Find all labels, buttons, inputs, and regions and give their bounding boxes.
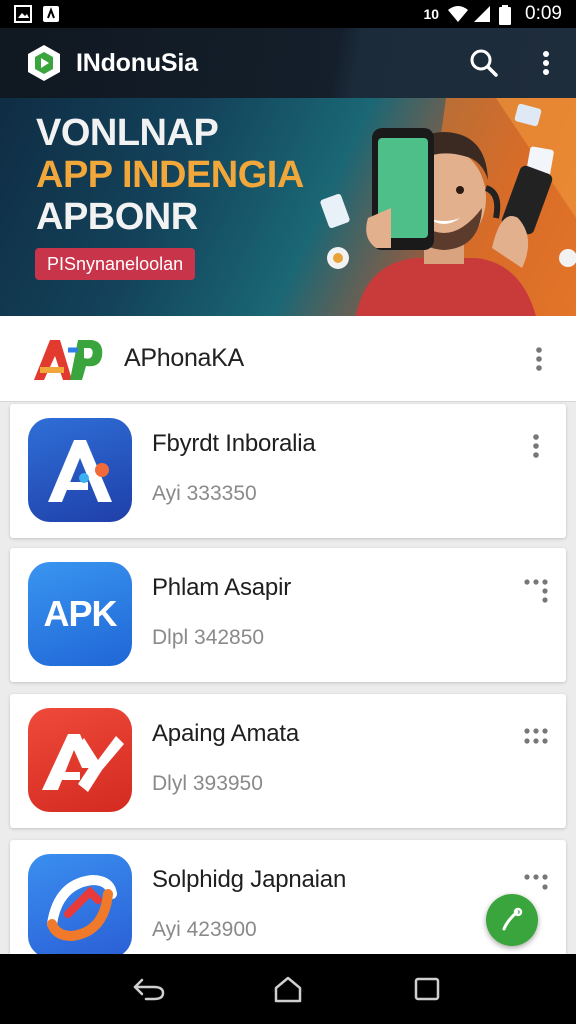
status-time: 0:09 bbox=[525, 3, 562, 24]
banner-headline: VONLNAP APP INDENGIA APBONR bbox=[36, 112, 304, 238]
more-vert-icon bbox=[533, 434, 539, 458]
fab-button[interactable] bbox=[486, 894, 538, 946]
app-card[interactable]: Apaing Amata Dlyl 393950 bbox=[10, 694, 566, 828]
nav-home-button[interactable] bbox=[264, 965, 312, 1013]
banner-line-1: VONLNAP bbox=[36, 112, 219, 154]
recents-icon bbox=[414, 977, 439, 1001]
featured-title: APhonaKA bbox=[124, 344, 244, 372]
search-icon bbox=[470, 49, 498, 77]
app-meta: Dlyl 393950 bbox=[152, 772, 263, 795]
app-card[interactable]: Fbyrdt Inboralia Ayi 333350 bbox=[10, 404, 566, 538]
nav-back-button[interactable] bbox=[125, 965, 173, 1013]
banner-line-2: APP INDENGIA bbox=[36, 154, 304, 196]
banner-line-3: APBONR bbox=[36, 196, 198, 238]
gallery-icon bbox=[14, 5, 32, 23]
app-actions bbox=[466, 45, 556, 81]
more-grid-icon bbox=[524, 874, 548, 890]
app-more-button[interactable] bbox=[520, 716, 552, 756]
app-icon-apk: APK bbox=[28, 562, 132, 666]
system-nav-bar bbox=[0, 954, 576, 1024]
status-left bbox=[14, 5, 60, 23]
search-button[interactable] bbox=[466, 45, 502, 81]
app-bar: INdonuSia bbox=[0, 28, 576, 98]
battery-icon bbox=[499, 5, 517, 25]
app-name: Fbyrdt Inboralia bbox=[152, 430, 316, 457]
wifi-icon bbox=[447, 5, 469, 23]
promo-banner[interactable]: VONLNAP APP INDENGIA APBONR PISnynaneloo… bbox=[0, 98, 576, 316]
status-bar: 10 0:09 bbox=[0, 0, 576, 28]
featured-header[interactable]: APhonaKA bbox=[0, 316, 576, 402]
notification-icon bbox=[42, 5, 60, 23]
app-icon-a bbox=[28, 418, 132, 522]
app-meta: Ayi 423900 bbox=[152, 918, 257, 941]
app-card[interactable]: Solphidg Japnaian Ayi 423900 bbox=[10, 840, 566, 954]
app-card[interactable]: APK Phlam Asapir Dlpl 342850 bbox=[10, 548, 566, 682]
more-vert-icon bbox=[536, 346, 542, 371]
status-right: 10 0:09 bbox=[423, 3, 562, 25]
app-name: Solphidg Japnaian bbox=[152, 866, 347, 893]
app-name: Phlam Asapir bbox=[152, 574, 291, 601]
apk-label: APK bbox=[43, 593, 117, 634]
pen-icon bbox=[502, 907, 523, 931]
more-vert-icon bbox=[543, 51, 549, 75]
app-meta: Ayi 333350 bbox=[152, 482, 257, 505]
vibrate-icon: 10 bbox=[423, 6, 440, 22]
app-name: Apaing Amata bbox=[152, 720, 300, 747]
app-icon-ay bbox=[28, 708, 132, 812]
signal-icon bbox=[473, 5, 491, 23]
more-grid-icon bbox=[524, 728, 548, 744]
banner-illustration bbox=[320, 98, 576, 316]
overflow-menu-button[interactable] bbox=[536, 45, 556, 81]
more-grid-icon bbox=[524, 579, 548, 603]
nav-recents-button[interactable] bbox=[403, 965, 451, 1013]
app-more-button[interactable] bbox=[520, 426, 552, 466]
app-more-button[interactable] bbox=[520, 570, 552, 610]
featured-logo-icon bbox=[32, 336, 106, 382]
app-logo-icon[interactable] bbox=[24, 43, 64, 83]
app-icon-swirl bbox=[28, 854, 132, 954]
home-icon bbox=[274, 976, 302, 1003]
app-title: INdonuSia bbox=[76, 48, 198, 77]
app-list: Fbyrdt Inboralia Ayi 333350 APK Phlam As… bbox=[0, 402, 576, 954]
app-meta: Dlpl 342850 bbox=[152, 626, 265, 649]
app-more-button[interactable] bbox=[520, 862, 552, 902]
featured-more-button[interactable] bbox=[524, 339, 554, 379]
banner-cta-button[interactable]: PISnynaneloolan bbox=[35, 248, 196, 280]
back-icon bbox=[134, 978, 165, 1001]
